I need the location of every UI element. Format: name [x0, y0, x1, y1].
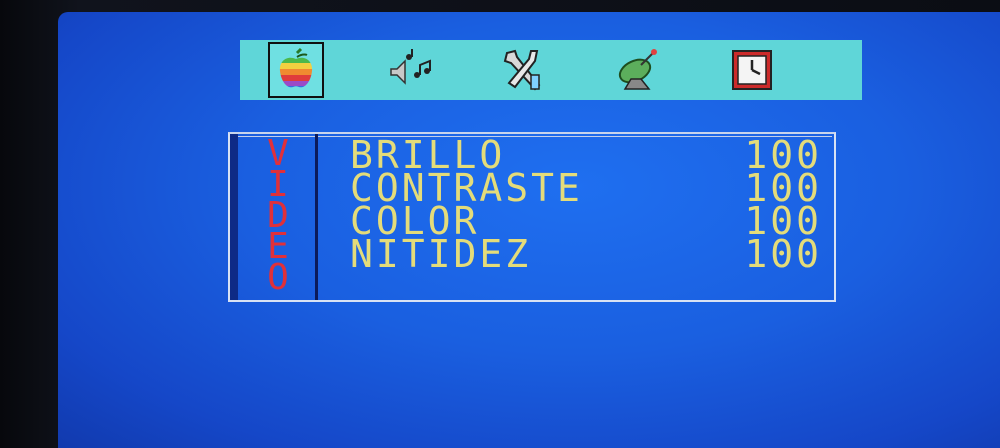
tab-audio[interactable]	[382, 42, 438, 98]
setting-color[interactable]: COLOR 100	[350, 200, 830, 240]
osd-menu-bar	[240, 40, 862, 100]
setting-value: 100	[744, 232, 822, 276]
video-settings-panel: V I D E O BRILLO 100 CONTRASTE 100 COLOR…	[228, 132, 836, 302]
clock-icon	[732, 50, 772, 90]
section-title: V I D E O	[258, 136, 298, 298]
section-title-letter: O	[267, 257, 289, 298]
setting-contrast[interactable]: CONTRASTE 100	[350, 167, 830, 207]
setting-label: NITIDEZ	[350, 232, 532, 276]
side-shade	[230, 134, 238, 300]
music-speaker-icon	[390, 49, 431, 85]
osd-screen: V I D E O BRILLO 100 CONTRASTE 100 COLOR…	[58, 12, 1000, 448]
section-label-video: V I D E O	[230, 134, 318, 300]
setting-sharpness[interactable]: NITIDEZ 100	[350, 233, 830, 273]
tab-picture[interactable]	[268, 42, 324, 98]
tab-setup[interactable]	[496, 42, 552, 98]
satellite-dish-icon	[618, 49, 657, 90]
tools-icon	[503, 49, 541, 91]
apple-icon	[279, 47, 313, 88]
tab-channel[interactable]	[610, 42, 666, 98]
setting-brightness[interactable]: BRILLO 100	[350, 134, 830, 174]
settings-list: BRILLO 100 CONTRASTE 100 COLOR 100 NITID…	[350, 134, 830, 273]
tab-timer[interactable]	[724, 42, 780, 98]
